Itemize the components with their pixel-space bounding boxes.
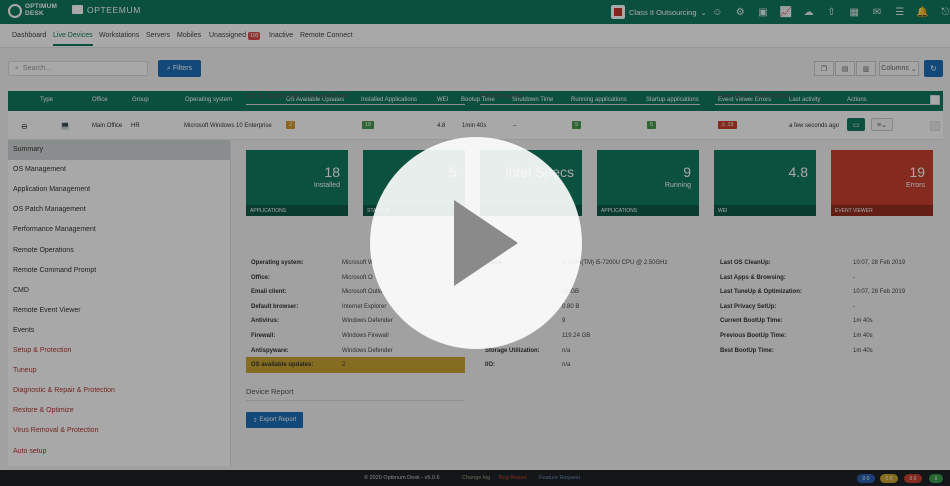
video-overlay[interactable] — [0, 0, 950, 486]
play-button[interactable] — [370, 137, 582, 349]
play-icon — [454, 200, 518, 286]
app-window: OPTIMUM DESK OPTEEMUM Class It Outsourcin… — [0, 0, 950, 486]
